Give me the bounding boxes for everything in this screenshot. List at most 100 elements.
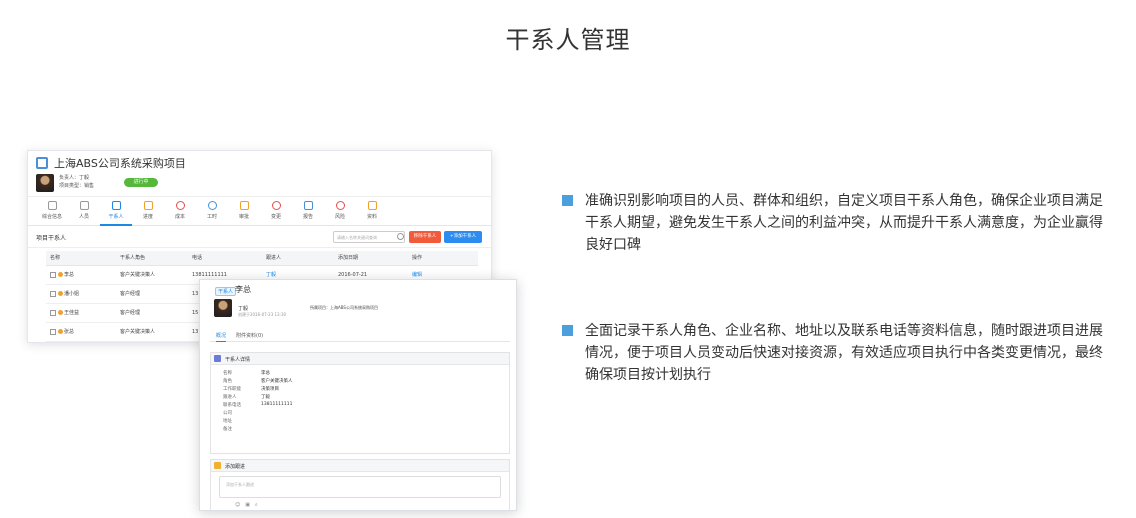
module-label: 工时 [206, 214, 217, 220]
module-tab-approval[interactable]: 审批 [228, 197, 260, 226]
cell-name: 李总 [64, 272, 75, 278]
column-header: 电话 [188, 251, 262, 266]
cell-role: 客户经理 [116, 303, 188, 323]
detail-field: 角色 客户关键决策人 [211, 378, 509, 386]
module-tab-overview[interactable]: 综合信息 [36, 197, 68, 226]
remove-stakeholder-button[interactable]: 移除干系人 [409, 231, 441, 243]
stakeholder-icon [111, 201, 121, 210]
project-header: 上海ABS公司系统采购项目 负责人：丁毅 项目类型：销售 进行中 [28, 151, 491, 197]
avatar [214, 299, 232, 317]
feature-bullet: 全面记录干系人角色、企业名称、地址以及联系电话等资料信息，随时跟进项目进展情况，… [562, 320, 1112, 386]
detail-field: 备注 [211, 426, 509, 434]
column-header: 名称 [46, 251, 116, 266]
person-icon [58, 272, 63, 277]
clock-icon [207, 201, 217, 210]
module-tab-report[interactable]: 报告 [292, 197, 324, 226]
module-label: 风险 [334, 214, 345, 220]
field-label: 备注 [223, 427, 232, 432]
module-tab-files[interactable]: 资料 [356, 197, 388, 226]
stakeholder-detail-section: 干系人详情 名称 李总 角色 客户关键决策人 工作职能 决策项目 跟进人 丁毅 联系电话… [210, 352, 510, 454]
module-label: 成本 [174, 214, 185, 220]
project-title: 上海ABS公司系统采购项目 [54, 157, 186, 170]
field-label: 跟进人 [223, 395, 237, 400]
bullet-marker [562, 325, 573, 336]
bullet-marker [562, 195, 573, 206]
bullet-text: 准确识别影响项目的人员、群体和组织，自定义项目干系人角色，确保企业项目满足干系人… [585, 193, 1103, 253]
module-label: 综合信息 [41, 214, 62, 220]
row-checkbox[interactable] [50, 290, 56, 297]
module-tab-progress[interactable]: 进度 [132, 197, 164, 226]
search-icon[interactable] [397, 233, 404, 240]
detail-field: 名称 李总 [211, 370, 509, 378]
module-tab-stakeholders[interactable]: 干系人 [100, 197, 132, 226]
report-icon [303, 201, 313, 210]
module-tab-cost[interactable]: 成本 [164, 197, 196, 226]
follow-input[interactable]: 添加干系人跟进 [219, 476, 501, 498]
overview-icon [47, 201, 57, 210]
field-label: 角色 [223, 379, 232, 384]
field-label: 名称 [223, 371, 232, 376]
detail-field: 公司 [211, 410, 509, 418]
refresh-icon [271, 201, 281, 210]
feature-bullet: 准确识别影响项目的人员、群体和组织，自定义项目干系人角色，确保企业项目满足干系人… [562, 190, 1112, 256]
tab-attachments[interactable]: 附件资料(0) [236, 332, 263, 339]
module-tab-risk[interactable]: 风险 [324, 197, 356, 226]
cost-icon [175, 201, 185, 210]
list-title: 项目干系人 [36, 235, 67, 242]
module-tab-change[interactable]: 变更 [260, 197, 292, 226]
detail-field: 跟进人 丁毅 [211, 394, 509, 402]
row-checkbox[interactable] [50, 309, 56, 316]
cell-role: 客户关键决策人 [116, 322, 188, 342]
avatar [36, 174, 54, 192]
module-label: 资料 [366, 214, 377, 220]
field-value: 丁毅 [261, 395, 270, 400]
detail-field: 联系电话 13811111111 [211, 402, 509, 410]
section-header: 干系人详情 [211, 353, 509, 365]
column-header: 添加日期 [334, 251, 408, 266]
module-label: 进度 [142, 214, 153, 220]
add-follow-section: 添加跟进 添加干系人跟进 ☺▣⌕ [210, 459, 510, 510]
field-label: 联系电话 [223, 403, 241, 408]
detail-field: 工作职能 决策项目 [211, 386, 509, 394]
person-icon [79, 201, 89, 210]
field-label: 工作职能 [223, 387, 241, 392]
detail-name: 李总 [235, 285, 251, 294]
module-tabs: 综合信息 人员 干系人 进度 成本 工时 审批 变更 报告 风险 资料 [28, 197, 491, 226]
module-tab-people[interactable]: 人员 [68, 197, 100, 226]
add-stakeholder-button[interactable]: +添加干系人 [444, 231, 482, 243]
field-label: 地址 [223, 419, 232, 424]
status-badge: 进行中 [124, 178, 158, 187]
progress-icon [143, 201, 153, 210]
section-title: 添加跟进 [225, 464, 246, 470]
section-title: 干系人详情 [225, 357, 251, 363]
module-label: 人员 [78, 214, 89, 220]
row-checkbox[interactable] [50, 328, 56, 335]
project-name: 所属项目：上海ABS公司系统采购项目 [310, 305, 378, 310]
type-line: 项目类型：销售 [59, 183, 95, 189]
tab-overview[interactable]: 概况 [216, 332, 227, 342]
stakeholder-detail-window: 干系人 李总 丁毅 创建于2016-07-23 13:30 所属项目：上海ABS… [199, 279, 517, 511]
search-input[interactable]: 请输入名称关键词查询 [333, 231, 405, 243]
page-title: 干系人管理 [505, 26, 631, 54]
column-header: 操作 [408, 251, 478, 266]
row-checkbox[interactable] [50, 271, 56, 278]
field-label: 公司 [223, 411, 232, 416]
field-value: 李总 [261, 371, 270, 376]
module-tab-hours[interactable]: 工时 [196, 197, 228, 226]
detail-icon [214, 355, 221, 362]
field-value: 客户关键决策人 [261, 379, 293, 384]
module-label: 变更 [270, 214, 281, 220]
cell-role: 客户经理 [116, 284, 188, 304]
approval-icon [239, 201, 249, 210]
module-label: 报告 [302, 214, 313, 220]
risk-icon [335, 201, 345, 210]
detail-field: 地址 [211, 418, 509, 426]
owner-name: 丁毅 [238, 306, 249, 312]
cell-name: 王佳益 [64, 310, 80, 316]
field-value: 13811111111 [261, 402, 293, 407]
project-icon [36, 157, 48, 169]
stakeholder-tag: 干系人 [215, 287, 237, 296]
person-icon [58, 310, 63, 315]
attachment-icons[interactable]: ☺▣⌕ [235, 502, 263, 508]
table-header-row: 名称 干系人角色 电话 跟进人 添加日期 操作 [46, 251, 478, 266]
